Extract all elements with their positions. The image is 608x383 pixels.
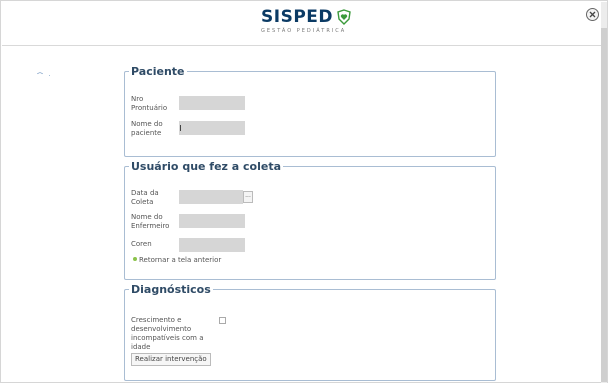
diagnosticos-section: Diagnósticos Crescimento e desenvolvimen… [124, 283, 496, 381]
usuario-title: Usuário que fez a coleta [131, 160, 282, 173]
header: SISPED GESTÃO PEDIÁTRICA [2, 2, 607, 46]
back-link[interactable]: Retornar a tela anterior [133, 256, 221, 264]
nome-paciente-input[interactable] [179, 121, 245, 135]
bullet-icon [133, 257, 137, 261]
diagnostico-item-label: Crescimento e desenvolvimento incompatív… [131, 316, 204, 351]
date-picker-button[interactable]: ... [243, 191, 253, 203]
nro-prontuario-label: Nro Prontuário [131, 95, 168, 112]
logo-ped-text: PED [293, 7, 333, 27]
diagnostico-checkbox[interactable] [219, 317, 226, 324]
nro-prontuario-input[interactable] [179, 96, 245, 110]
logo-sis-text: SIS [261, 7, 294, 27]
scrollbar-thumb[interactable] [601, 28, 607, 382]
enfermeiro-label: Nome do Enfermeiro [131, 213, 170, 230]
scrollbar[interactable] [601, 2, 607, 383]
data-coleta-label: Data da Coleta [131, 189, 159, 206]
diagnosticos-title: Diagnósticos [131, 283, 211, 296]
side-decoration: ⌒ · [37, 73, 51, 80]
back-link-label: Retornar a tela anterior [139, 256, 222, 264]
shield-heart-icon [337, 9, 351, 25]
logo: SISPED GESTÃO PEDIÁTRICA [261, 8, 361, 42]
usuario-section: Usuário que fez a coleta Data da Coleta … [124, 160, 496, 280]
data-coleta-input[interactable] [179, 190, 243, 204]
coren-label: Coren [131, 240, 152, 248]
paciente-title: Paciente [131, 65, 185, 78]
logo-subtitle: GESTÃO PEDIÁTRICA [261, 28, 347, 34]
nome-paciente-label: Nome do paciente [131, 120, 163, 137]
enfermeiro-input[interactable] [179, 214, 245, 228]
coren-input[interactable] [179, 238, 245, 252]
app-window: SISPED GESTÃO PEDIÁTRICA ⌒ · Paciente Nr… [0, 0, 608, 383]
paciente-section: Paciente Nro Prontuário Nome do paciente [124, 65, 496, 157]
close-icon[interactable] [586, 8, 599, 21]
realizar-intervencao-button[interactable]: Realizar intervenção [131, 353, 211, 366]
text-cursor [180, 125, 181, 131]
